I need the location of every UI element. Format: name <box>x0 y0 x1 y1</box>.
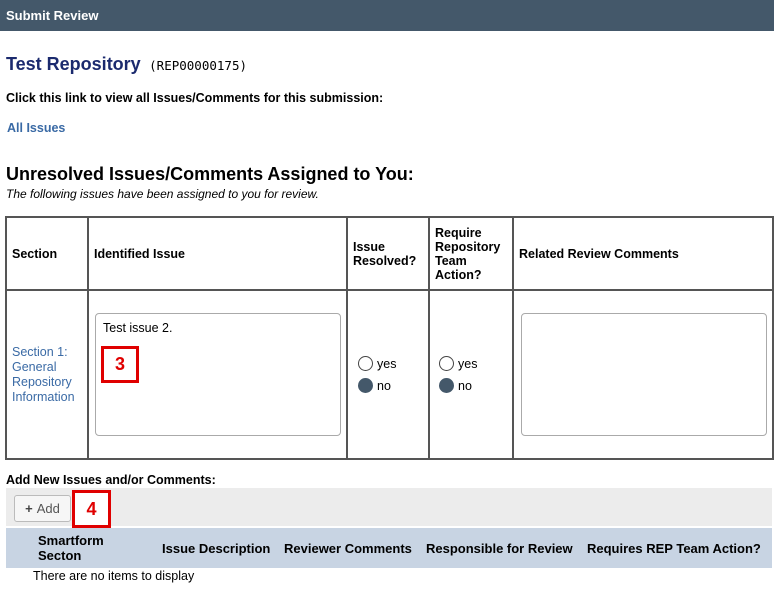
resolved-yes-label: yes <box>377 356 397 371</box>
window-title: Submit Review <box>0 0 774 31</box>
team-action-yes-option[interactable]: yes <box>439 356 507 371</box>
resolved-yes-option[interactable]: yes <box>358 356 423 371</box>
col-header-team-action-label: Require Repository Team Action? <box>435 225 501 282</box>
col-header-responsible-review[interactable]: Responsible for Review <box>426 528 573 568</box>
resolved-yes-radio[interactable] <box>358 356 373 371</box>
add-new-label: Add New Issues and/or Comments: <box>6 473 216 487</box>
related-comments-textarea[interactable] <box>521 313 767 436</box>
section-link[interactable]: Section 1: General Repository Informatio… <box>12 345 82 405</box>
new-issues-grid-header: Smartform Secton Issue Description Revie… <box>6 528 772 568</box>
col-header-related-comments: Related Review Comments <box>512 216 774 291</box>
resolved-no-label: no <box>377 378 391 393</box>
callout-marker-3: 3 <box>101 346 139 383</box>
team-action-cell: yes no <box>428 289 514 460</box>
table-header-row: Section Identified Issue Issue Resolved?… <box>5 216 774 291</box>
col-header-smartform-section[interactable]: Smartform Secton <box>38 528 133 568</box>
team-action-no-option[interactable]: no <box>439 378 507 393</box>
col-header-section: Section <box>5 216 89 291</box>
resolved-no-radio[interactable] <box>358 378 373 393</box>
identified-issue-text: Test issue 2. <box>103 321 173 335</box>
empty-grid-message: There are no items to display <box>33 569 195 583</box>
col-header-identified-issue: Identified Issue <box>87 216 348 291</box>
all-issues-link[interactable]: All Issues <box>7 121 65 135</box>
team-action-yes-label: yes <box>458 356 478 371</box>
unresolved-issues-table: Section Identified Issue Issue Resolved?… <box>5 216 774 460</box>
issue-resolved-cell: yes no <box>346 289 430 460</box>
all-issues-instruction: Click this link to view all Issues/Comme… <box>6 91 384 105</box>
plus-icon: + <box>25 501 33 516</box>
repository-title: Test Repository (REP00000175) <box>6 54 247 75</box>
col-header-smartform-section-label: Smartform Secton <box>38 533 104 563</box>
team-action-no-label: no <box>458 378 472 393</box>
resolved-no-option[interactable]: no <box>358 378 423 393</box>
col-header-issue-resolved: Issue Resolved? <box>346 216 430 291</box>
unresolved-subheading: The following issues have been assigned … <box>6 187 319 201</box>
col-header-issue-description[interactable]: Issue Description <box>162 528 270 568</box>
col-header-requires-rep-action[interactable]: Requires REP Team Action? <box>587 528 761 568</box>
related-comments-cell <box>512 289 774 460</box>
callout-marker-4: 4 <box>72 490 111 528</box>
add-button-label: Add <box>36 501 60 516</box>
team-action-no-radio[interactable] <box>439 378 454 393</box>
add-toolbar: + Add <box>6 488 772 526</box>
team-action-yes-radio[interactable] <box>439 356 454 371</box>
col-header-team-action: Require Repository Team Action? <box>428 216 514 291</box>
repository-id: (REP00000175) <box>149 58 247 73</box>
repository-name: Test Repository <box>6 54 141 74</box>
section-cell: Section 1: General Repository Informatio… <box>5 289 89 460</box>
col-header-issue-resolved-label: Issue Resolved? <box>353 239 417 268</box>
col-header-reviewer-comments[interactable]: Reviewer Comments <box>284 528 412 568</box>
add-button[interactable]: + Add <box>14 495 71 522</box>
unresolved-heading: Unresolved Issues/Comments Assigned to Y… <box>6 164 414 184</box>
